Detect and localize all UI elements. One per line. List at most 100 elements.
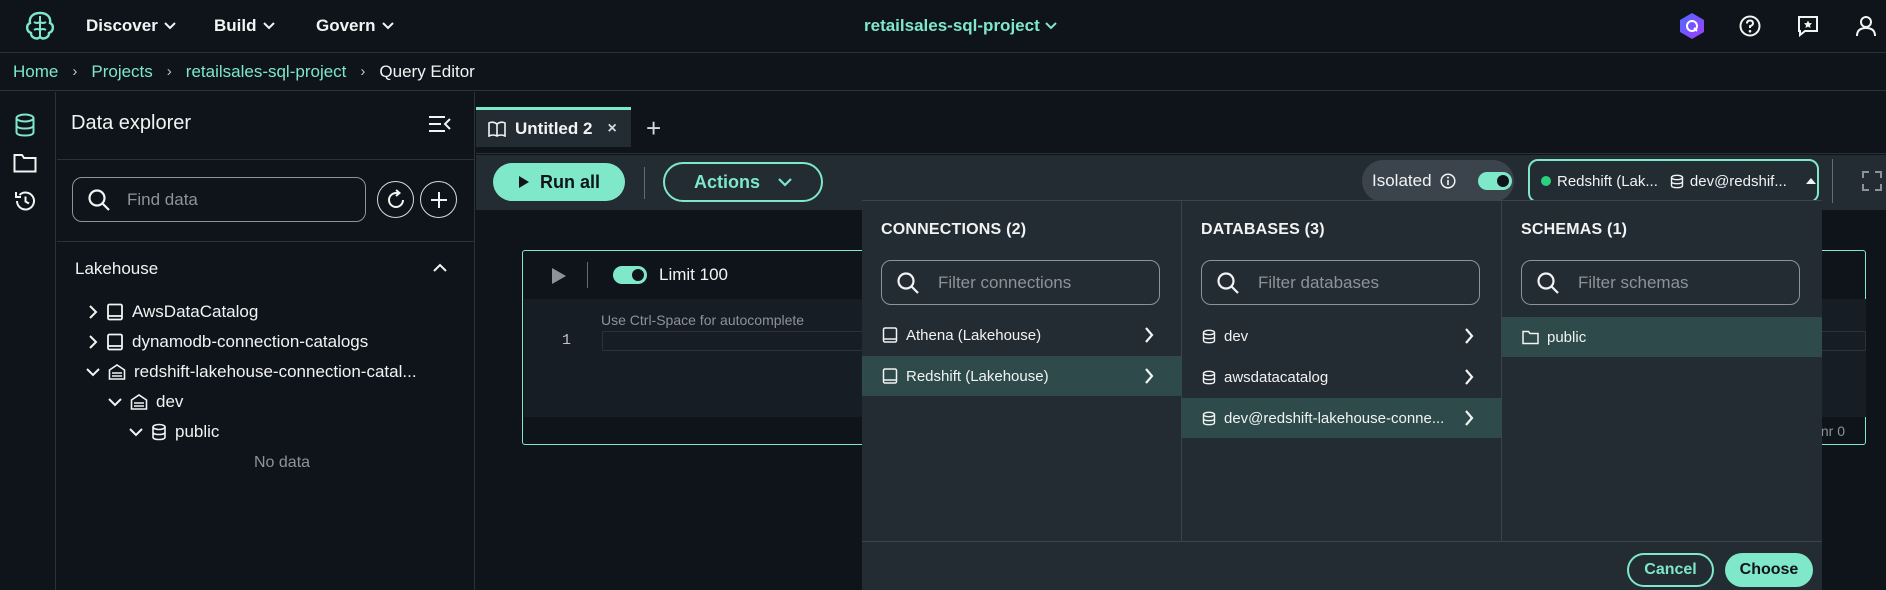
feedback-icon[interactable] bbox=[1794, 12, 1822, 40]
chevron-right-icon bbox=[1145, 327, 1154, 343]
chevron-right-icon bbox=[1465, 328, 1474, 344]
tab-label: Untitled 2 bbox=[515, 118, 593, 138]
chevron-down-icon bbox=[1045, 22, 1057, 30]
help-icon[interactable] bbox=[1736, 12, 1764, 40]
filter-databases-input[interactable] bbox=[1258, 272, 1458, 293]
user-profile-icon[interactable] bbox=[1852, 12, 1880, 40]
find-data-search[interactable] bbox=[72, 177, 366, 222]
fullscreen-icon[interactable] bbox=[1862, 171, 1882, 196]
actions-button[interactable]: Actions bbox=[663, 162, 823, 202]
chevron-down-icon bbox=[108, 398, 122, 407]
cancel-button[interactable]: Cancel bbox=[1627, 553, 1714, 587]
database-item-awsdatacatalog[interactable]: awsdatacatalog bbox=[1182, 357, 1502, 397]
brand-logo-icon[interactable] bbox=[22, 10, 58, 42]
breadcrumb-project[interactable]: retailsales-sql-project bbox=[186, 62, 347, 82]
chevron-down-icon bbox=[778, 177, 792, 187]
databases-title: DATABASES (3) bbox=[1201, 221, 1325, 238]
data-explorer-panel: Data explorer Lakehouse AwsDataCatalog d… bbox=[57, 92, 475, 590]
project-selector[interactable]: retailsales-sql-project bbox=[864, 14, 1057, 38]
tab-untitled-2[interactable]: Untitled 2 × bbox=[476, 107, 631, 147]
nav-govern[interactable]: Govern bbox=[316, 14, 394, 38]
chevron-right-icon bbox=[1465, 410, 1474, 426]
tree-node-dev[interactable]: dev bbox=[108, 391, 183, 413]
database-item-dev-redshift[interactable]: dev@redshift-lakehouse-conne... bbox=[1182, 398, 1502, 438]
filter-schemas-input[interactable] bbox=[1578, 272, 1778, 293]
isolated-toggle-group: Isolated bbox=[1362, 160, 1514, 202]
folder-icon[interactable] bbox=[12, 150, 38, 176]
database-icon[interactable] bbox=[12, 112, 38, 138]
nav-build[interactable]: Build bbox=[214, 14, 275, 38]
add-tab-button[interactable]: + bbox=[646, 113, 661, 144]
connections-column: CONNECTIONS (2) Athena (Lakehouse) Redsh… bbox=[862, 201, 1182, 541]
warehouse-icon bbox=[130, 394, 148, 410]
tree-node-public[interactable]: public bbox=[129, 421, 219, 443]
tree-node-redshift[interactable]: redshift-lakehouse-connection-catal... bbox=[86, 361, 417, 383]
catalog-icon bbox=[882, 327, 898, 343]
refresh-icon bbox=[387, 188, 404, 208]
tree-node-label: public bbox=[175, 422, 220, 441]
chevron-right-icon: › bbox=[72, 63, 78, 80]
chevron-down-icon bbox=[262, 22, 275, 30]
nav-govern-label: Govern bbox=[316, 16, 376, 35]
connection-item-label: Redshift (Lakehouse) bbox=[906, 367, 1049, 385]
tree-node-awsdatacatalog[interactable]: AwsDataCatalog bbox=[88, 301, 258, 323]
database-item-label: dev bbox=[1224, 327, 1249, 345]
chevron-right-icon bbox=[1465, 369, 1474, 385]
schemas-column: SCHEMAS (1) public bbox=[1502, 201, 1822, 541]
tree-node-dynamodb[interactable]: dynamodb-connection-catalogs bbox=[88, 331, 368, 353]
nav-discover-label: Discover bbox=[86, 16, 158, 35]
isolated-toggle[interactable] bbox=[1477, 172, 1512, 190]
chevron-up-icon[interactable] bbox=[433, 260, 447, 278]
limit-label: Limit 100 bbox=[659, 265, 728, 284]
run-all-button[interactable]: Run all bbox=[493, 163, 625, 201]
database-item-label: awsdatacatalog bbox=[1224, 368, 1329, 386]
lakehouse-section-title[interactable]: Lakehouse bbox=[75, 259, 158, 279]
close-icon[interactable]: × bbox=[607, 120, 616, 138]
run-all-label: Run all bbox=[539, 171, 600, 192]
connection-name: Redshift (Lak... bbox=[1557, 172, 1658, 190]
status-dot bbox=[1541, 176, 1551, 186]
catalog-icon bbox=[882, 368, 898, 384]
schema-item-public[interactable]: public bbox=[1502, 317, 1822, 357]
actions-label: Actions bbox=[693, 171, 760, 192]
connection-item-label: Athena (Lakehouse) bbox=[906, 326, 1042, 344]
chevron-down-icon bbox=[381, 22, 394, 30]
connection-item-redshift[interactable]: Redshift (Lakehouse) bbox=[862, 356, 1182, 396]
schemas-title: SCHEMAS (1) bbox=[1521, 221, 1628, 238]
nav-discover[interactable]: Discover bbox=[86, 14, 176, 38]
find-data-input[interactable] bbox=[127, 189, 327, 210]
collapse-panel-icon[interactable] bbox=[428, 114, 454, 136]
connection-item-athena[interactable]: Athena (Lakehouse) bbox=[862, 315, 1182, 355]
database-icon bbox=[1670, 174, 1684, 188]
database-item-dev[interactable]: dev bbox=[1182, 316, 1502, 356]
chevron-down-icon bbox=[86, 368, 100, 377]
limit-toggle[interactable] bbox=[613, 266, 647, 284]
info-icon[interactable] bbox=[1439, 173, 1456, 189]
chevron-right-icon bbox=[1145, 368, 1154, 384]
refresh-button[interactable] bbox=[377, 181, 414, 218]
project-selector-label: retailsales-sql-project bbox=[864, 16, 1040, 35]
connections-title: CONNECTIONS (2) bbox=[881, 221, 1027, 238]
add-data-button[interactable] bbox=[420, 181, 457, 218]
breadcrumb-projects[interactable]: Projects bbox=[91, 62, 152, 82]
breadcrumb-home[interactable]: Home bbox=[13, 62, 58, 82]
filter-connections-input[interactable] bbox=[938, 272, 1138, 293]
top-navigation: Discover Build Govern retailsales-sql-pr… bbox=[0, 0, 1886, 53]
connection-selector[interactable]: Redshift (Lak... dev@redshif... bbox=[1528, 159, 1819, 203]
filter-schemas-search[interactable] bbox=[1521, 260, 1800, 305]
history-icon[interactable] bbox=[12, 188, 38, 214]
picker-footer: Cancel Choose bbox=[862, 541, 1822, 590]
chevron-down-icon bbox=[129, 428, 143, 437]
filter-connections-search[interactable] bbox=[881, 260, 1160, 305]
chevron-right-icon: › bbox=[166, 63, 172, 80]
choose-button[interactable]: Choose bbox=[1725, 553, 1813, 587]
database-icon bbox=[1202, 411, 1216, 425]
plus-icon bbox=[430, 191, 447, 208]
divider bbox=[644, 167, 645, 199]
filter-databases-search[interactable] bbox=[1201, 260, 1480, 305]
catalog-icon bbox=[107, 303, 123, 321]
database-item-label: dev@redshift-lakehouse-conne... bbox=[1224, 409, 1445, 427]
run-cell-play-icon[interactable] bbox=[551, 267, 567, 290]
amazon-q-icon[interactable] bbox=[1678, 12, 1706, 40]
tree-node-label: AwsDataCatalog bbox=[132, 302, 259, 321]
